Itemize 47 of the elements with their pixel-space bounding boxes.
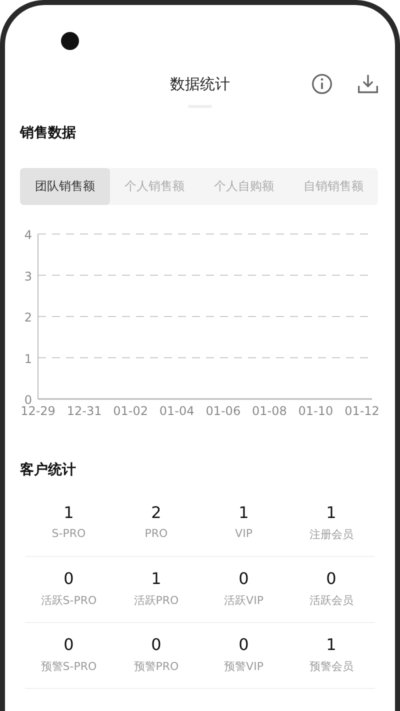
y-tick-label: 3 xyxy=(24,269,32,284)
x-tick-label: 01-06 xyxy=(206,404,241,417)
stat-label: VIP xyxy=(235,527,252,540)
stat-label: PRO xyxy=(144,527,168,540)
x-tick-label: 01-04 xyxy=(159,404,194,417)
download-icon[interactable] xyxy=(356,73,380,95)
stat-value: 0 xyxy=(238,569,249,588)
stat-value: 0 xyxy=(326,569,336,588)
stat-label: 预警VIP xyxy=(224,659,264,674)
stat-value: 0 xyxy=(238,635,249,654)
y-tick-label: 4 xyxy=(24,228,32,242)
camera-icon xyxy=(61,32,79,50)
x-tick-label: 12-31 xyxy=(66,404,102,417)
stat-label: 预警PRO xyxy=(134,659,179,674)
stat-label: 活跃会员 xyxy=(309,593,354,608)
stat-label: S-PRO xyxy=(52,527,86,540)
x-tick-label: 01-10 xyxy=(298,404,334,417)
stat-label: 活跃VIP xyxy=(224,593,264,608)
info-icon[interactable] xyxy=(311,73,333,95)
x-tick-label: 01-02 xyxy=(113,404,148,417)
stat-value: 1 xyxy=(64,503,74,522)
tab[interactable]: 个人自购额 xyxy=(199,168,288,205)
stat-label: 注册会员 xyxy=(309,527,354,542)
section-title: 客户统计 xyxy=(19,461,77,479)
stat-value: 1 xyxy=(326,635,336,654)
stat-label: 活跃S-PRO xyxy=(40,593,97,608)
tab[interactable]: 团队销售额 xyxy=(20,168,110,205)
y-tick-label: 0 xyxy=(24,393,32,407)
y-tick-label: 1 xyxy=(24,352,32,366)
stat-value: 0 xyxy=(151,635,162,654)
y-tick-label: 2 xyxy=(24,310,32,324)
stat-value: 0 xyxy=(64,635,74,654)
stat-label: 活跃PRO xyxy=(134,593,179,608)
tab[interactable]: 个人销售额 xyxy=(110,168,199,205)
stat-value: 1 xyxy=(238,503,249,522)
section-title: 销售数据 xyxy=(18,124,77,142)
page-title: 数据统计 xyxy=(170,75,230,94)
stat-value: 2 xyxy=(151,503,162,522)
stat-label: 预警会员 xyxy=(309,659,354,674)
stat-value: 1 xyxy=(326,503,336,522)
tab[interactable]: 自销销售额 xyxy=(288,168,378,205)
x-tick-label: 01-08 xyxy=(252,404,287,417)
x-tick-label: 01-12 xyxy=(344,404,380,417)
stat-value: 1 xyxy=(151,569,162,588)
x-tick-label: 12-29 xyxy=(20,404,56,417)
stat-value: 0 xyxy=(64,569,74,588)
stat-label: 预警S-PRO xyxy=(40,659,97,674)
